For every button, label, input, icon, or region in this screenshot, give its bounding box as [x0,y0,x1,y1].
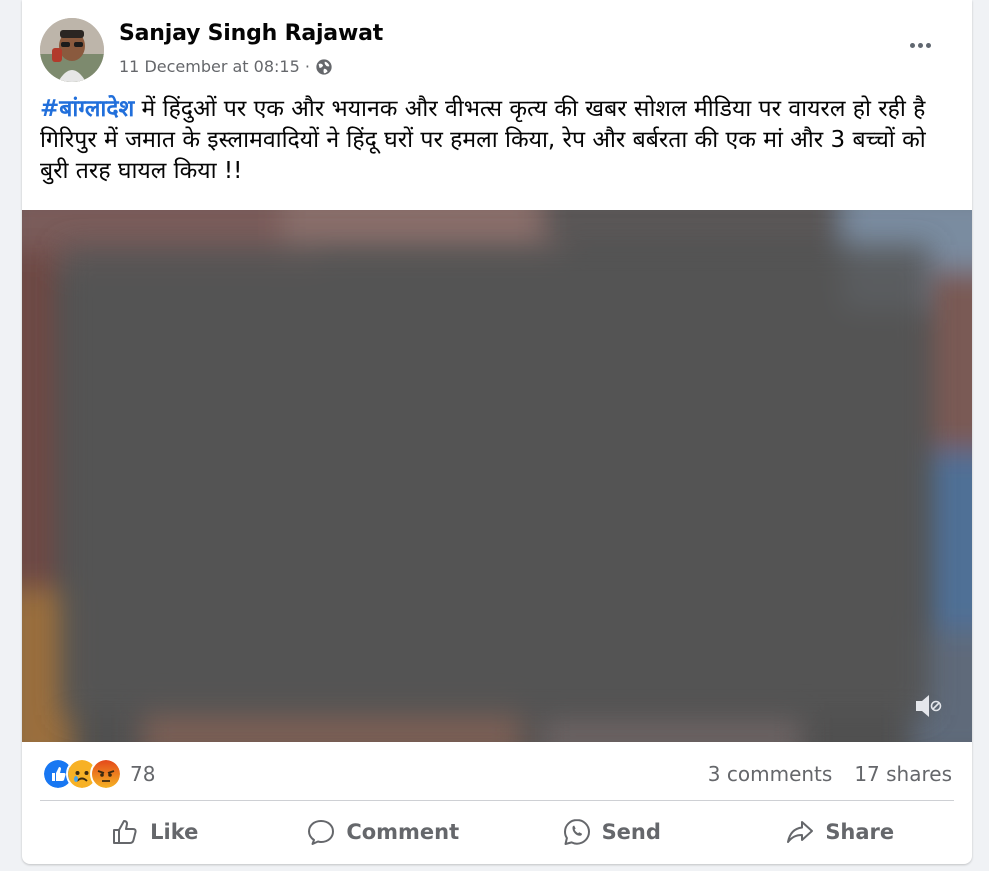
thumbs-up-icon [113,820,137,844]
share-button[interactable]: Share [726,806,955,858]
more-dot [917,42,923,48]
comments-count[interactable]: 3 comments [708,762,833,786]
more-dot [909,42,915,48]
avatar-image [40,18,104,82]
post-body: में हिंदुओं पर एक और भयानक और वीभत्स कृत… [40,96,926,184]
comment-bubble-icon [308,820,335,845]
author-name[interactable]: Sanjay Singh Rajawat [119,21,383,46]
post-text: #बांग्लादेश में हिंदुओं पर एक और भयानक औ… [40,94,960,187]
like-button[interactable]: Like [40,806,269,858]
speaker-muted-icon[interactable] [912,690,944,722]
action-bar: Like Comment Send Share [40,806,954,858]
share-label: Share [825,820,895,844]
comment-button[interactable]: Comment [269,806,498,858]
avatar[interactable] [40,18,104,82]
send-button[interactable]: Send [497,806,726,858]
more-dot [925,42,931,48]
reaction-count: 78 [130,762,156,786]
like-label: Like [150,820,199,844]
reactions-summary[interactable]: 78 [42,758,155,790]
more-options-button[interactable] [902,30,938,60]
post-card: Sanjay Singh Rajawat 11 December at 08:1… [22,0,972,864]
hashtag-link[interactable]: #बांग्लादेश [40,96,134,122]
shares-count[interactable]: 17 shares [854,762,952,786]
video-player[interactable] [22,210,972,742]
post-date[interactable]: 11 December at 08:15 · [119,57,310,76]
comment-label: Comment [346,820,460,844]
globe-icon [316,58,332,75]
post-meta: 11 December at 08:15 · [119,57,333,76]
blurred-video-frame [22,210,972,742]
whatsapp-icon [563,819,590,845]
engagement-stats: 3 comments 17 shares [708,762,952,786]
angry-icon [90,758,122,790]
share-arrow-icon [787,821,814,843]
send-label: Send [601,820,661,844]
divider [40,800,954,801]
